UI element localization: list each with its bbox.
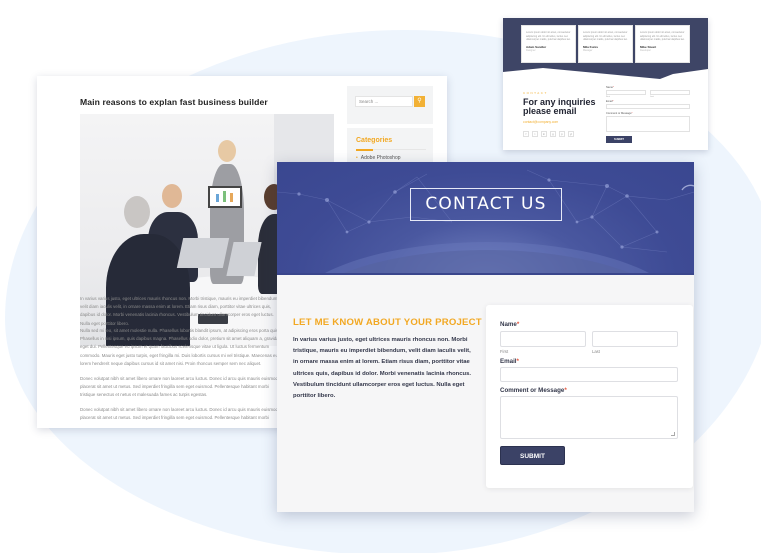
message-textarea[interactable]: [500, 396, 678, 439]
search-icon: ⚲: [417, 98, 422, 104]
photo-head: [124, 196, 150, 228]
contact-email-link[interactable]: contact@company.com: [523, 120, 558, 124]
sidebar-search-widget: Search ... ⚲: [347, 86, 433, 124]
contact-form: Name* First Last Email* Comment or Messa…: [486, 305, 693, 488]
name-label: Name*: [500, 321, 520, 328]
project-heading: LET ME KNOW ABOUT YOUR PROJECT: [293, 317, 482, 328]
testimonial-role: Manager: [583, 48, 593, 52]
first-sublabel: First: [606, 96, 610, 98]
contact-heading: For any inquiries please email: [523, 97, 596, 116]
blog-post-title: Main reasons to explan fast business bui…: [80, 97, 268, 107]
testimonial-text: Lorem ipsum dolor sit amet, consectetur …: [640, 31, 685, 42]
email-input[interactable]: [606, 104, 690, 109]
photo-tablet: [208, 186, 242, 208]
category-item[interactable]: • Adobe Photoshop: [356, 155, 401, 161]
testimonial-role: Developer: [640, 48, 651, 52]
last-sublabel: Last: [650, 96, 654, 98]
category-label: Adobe Photoshop: [360, 155, 401, 161]
first-name-input[interactable]: [500, 331, 586, 347]
search-button[interactable]: ⚲: [414, 96, 425, 107]
message-textarea[interactable]: [606, 116, 690, 132]
google-icon[interactable]: g: [550, 131, 556, 137]
pinterest-icon[interactable]: p: [559, 131, 565, 137]
photo-laptop: [176, 238, 230, 268]
first-name-input[interactable]: [606, 90, 646, 95]
photo-head: [218, 140, 236, 162]
project-paragraph: In varius varius justo, eget ultrices ma…: [293, 337, 472, 400]
email-label: Email*: [500, 358, 519, 365]
facebook-icon[interactable]: f: [523, 131, 529, 137]
twitter-icon[interactable]: t: [532, 131, 538, 137]
blog-paragraph: In varius varius justo, eget ultrices ma…: [80, 296, 279, 326]
contact-hero-banner: CONTACT US: [277, 162, 694, 275]
testimonial-text: Lorem ipsum dolor sit amet, consectetur …: [583, 31, 628, 42]
name-label: Name*: [606, 86, 614, 89]
contact-page-preview: CONTACT US LET ME KNOW ABOUT YOUR PROJEC…: [277, 162, 694, 512]
photo-head: [162, 184, 182, 208]
resize-handle-icon[interactable]: [671, 432, 675, 436]
message-label: Comment or Message*: [606, 112, 633, 115]
email-input[interactable]: [500, 367, 678, 382]
testimonial-role: Designer: [526, 48, 536, 52]
submit-button[interactable]: SUBMIT: [606, 136, 632, 143]
first-sublabel: First: [500, 349, 509, 354]
testimonial-card: Lorem ipsum dolor sit amet, consectetur …: [635, 25, 690, 63]
last-name-input[interactable]: [592, 331, 678, 347]
submit-button[interactable]: SUBMIT: [500, 446, 565, 465]
blog-paragraph: Donec volutpat nibh sit amet libero orna…: [80, 376, 278, 398]
bullet-icon: •: [356, 155, 358, 161]
contact-kicker: CONTACT: [523, 91, 548, 95]
categories-title: Categories: [356, 137, 393, 144]
last-name-input[interactable]: [650, 90, 690, 95]
testimonial-card: Lorem ipsum dolor sit amet, consectetur …: [578, 25, 633, 63]
last-sublabel: Last: [592, 349, 600, 354]
email-label: Email*: [606, 100, 614, 103]
testimonial-card: Lorem ipsum dolor sit amet, consectetur …: [521, 25, 576, 63]
message-label: Comment or Message*: [500, 387, 567, 394]
hero-title: CONTACT US: [410, 188, 562, 221]
linkedin-icon[interactable]: in: [541, 131, 547, 137]
contact-page-preview-small: Lorem ipsum dolor sit amet, consectetur …: [503, 18, 708, 150]
testimonial-text: Lorem ipsum dolor sit amet, consectetur …: [526, 31, 571, 42]
photo-laptop: [226, 242, 262, 276]
blog-paragraph: Nulla sed mi leo, sit amet molestie null…: [80, 328, 280, 366]
youtube-icon[interactable]: yt: [568, 131, 574, 137]
categories-divider: [356, 148, 426, 151]
search-input[interactable]: Search ...: [355, 96, 413, 107]
social-icons: f t in g p yt: [523, 131, 574, 137]
blog-paragraph: Donec volutpat nibh sit amet libero orna…: [80, 407, 278, 421]
